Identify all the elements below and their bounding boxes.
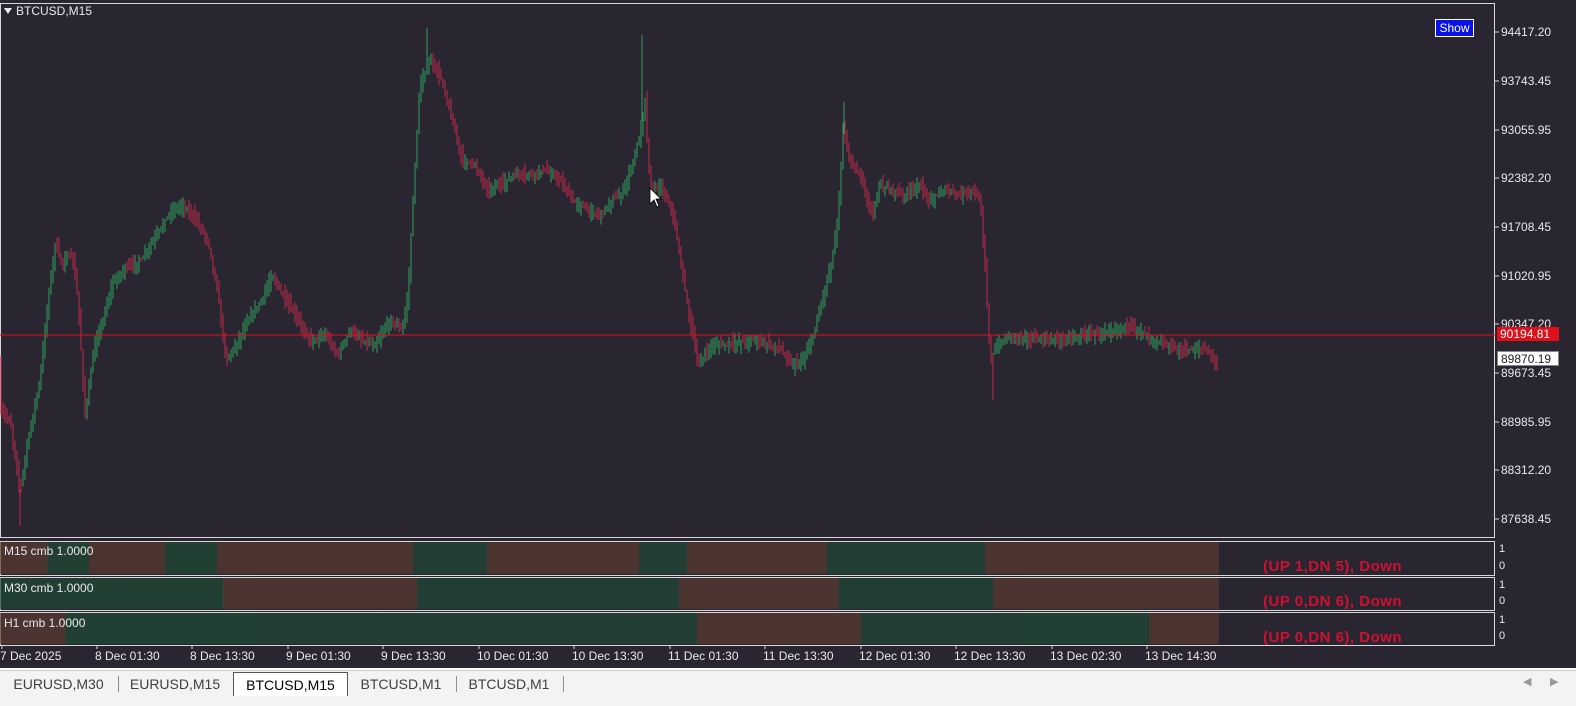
subwindow-label-m30: M30 cmb 1.0000 [4, 581, 94, 595]
subwindow-scale-bottom: 0 [1499, 560, 1506, 572]
time-tick-label: 9 Dec 01:30 [286, 649, 351, 663]
time-tick-label: 10 Dec 01:30 [477, 649, 549, 663]
subwindow-scale-top: 1 [1499, 543, 1506, 555]
tab-btcusd-m1-second[interactable]: BTCUSD,M1 [457, 673, 561, 695]
price-tick-label: 88985.95 [1501, 415, 1552, 429]
subwindow-scale-bottom: 0 [1499, 630, 1506, 642]
price-tick-label: 88312.20 [1501, 463, 1552, 477]
subwindow-label-h1: H1 cmb 1.0000 [4, 616, 86, 630]
price-tick-label: 94417.20 [1501, 25, 1552, 39]
tab-eurusd-m15[interactable]: EURUSD,M15 [119, 673, 231, 695]
tab-btcusd-m1[interactable]: BTCUSD,M1 [348, 673, 454, 695]
time-tick-label: 13 Dec 02:30 [1050, 649, 1122, 663]
chart-window[interactable]: BTCUSD,M15 Show 94417.20 93743.45 93055.95… [0, 0, 1576, 668]
h1-signal-strip [0, 613, 1219, 644]
time-tick-label: 7 Dec 2025 [0, 649, 62, 663]
signal-text-m15: (UP 1,DN 5), Down [1263, 558, 1403, 575]
price-tick-label: 92382.20 [1501, 171, 1552, 185]
symbol-title[interactable]: BTCUSD,M15 [4, 4, 92, 18]
scroll-right-icon[interactable]: ▶ [1550, 675, 1558, 688]
time-tick-label: 8 Dec 01:30 [95, 649, 160, 663]
time-tick-label: 9 Dec 13:30 [381, 649, 446, 663]
signal-text-h1: (UP 0,DN 6), Down [1263, 629, 1403, 646]
time-tick-label: 11 Dec 01:30 [668, 649, 739, 663]
bid-price-label: 89870.19 [1497, 351, 1559, 366]
subwindow-scale-top: 1 [1499, 614, 1506, 626]
time-tick-label: 11 Dec 13:30 [763, 649, 834, 663]
chart-tab-bar: EURUSD,M30 EURUSD,M15 BTCUSD,M15 BTCUSD,… [0, 670, 1576, 706]
tab-eurusd-m30[interactable]: EURUSD,M30 [2, 673, 115, 695]
time-tick-label: 12 Dec 13:30 [954, 649, 1026, 663]
symbol-title-text: BTCUSD,M15 [16, 4, 93, 18]
scroll-left-icon[interactable]: ◀ [1523, 675, 1531, 688]
time-tick-label: 10 Dec 13:30 [572, 649, 644, 663]
main-plot-frame [0, 3, 1495, 538]
price-line-label: 90194.81 [1497, 327, 1559, 341]
tab-btcusd-m15[interactable]: BTCUSD,M15 [233, 672, 348, 696]
price-tick-label: 89673.45 [1501, 366, 1552, 380]
signal-text-m30: (UP 0,DN 6), Down [1263, 593, 1403, 610]
price-tick-label: 93743.45 [1501, 74, 1552, 88]
candlestick-series [0, 28, 1218, 526]
subwindow-scale-top: 1 [1499, 579, 1506, 591]
price-tick-label: 91708.45 [1501, 220, 1552, 234]
dropdown-triangle-icon[interactable] [4, 8, 12, 14]
subwindow-label-m15: M15 cmb 1.0000 [4, 544, 94, 558]
m30-signal-strip [0, 578, 1219, 609]
price-tick-label: 93055.95 [1501, 123, 1552, 137]
price-tick-label: 91020.95 [1501, 269, 1552, 283]
price-tick-label: 87638.45 [1501, 512, 1552, 526]
time-tick-label: 12 Dec 01:30 [859, 649, 931, 663]
time-tick-label: 13 Dec 14:30 [1145, 649, 1217, 663]
time-tick-label: 8 Dec 13:30 [190, 649, 255, 663]
subwindow-scale-bottom: 0 [1499, 595, 1506, 607]
tab-separator [563, 676, 564, 692]
show-button[interactable]: Show [1435, 19, 1474, 37]
m15-signal-strip [0, 542, 1219, 574]
